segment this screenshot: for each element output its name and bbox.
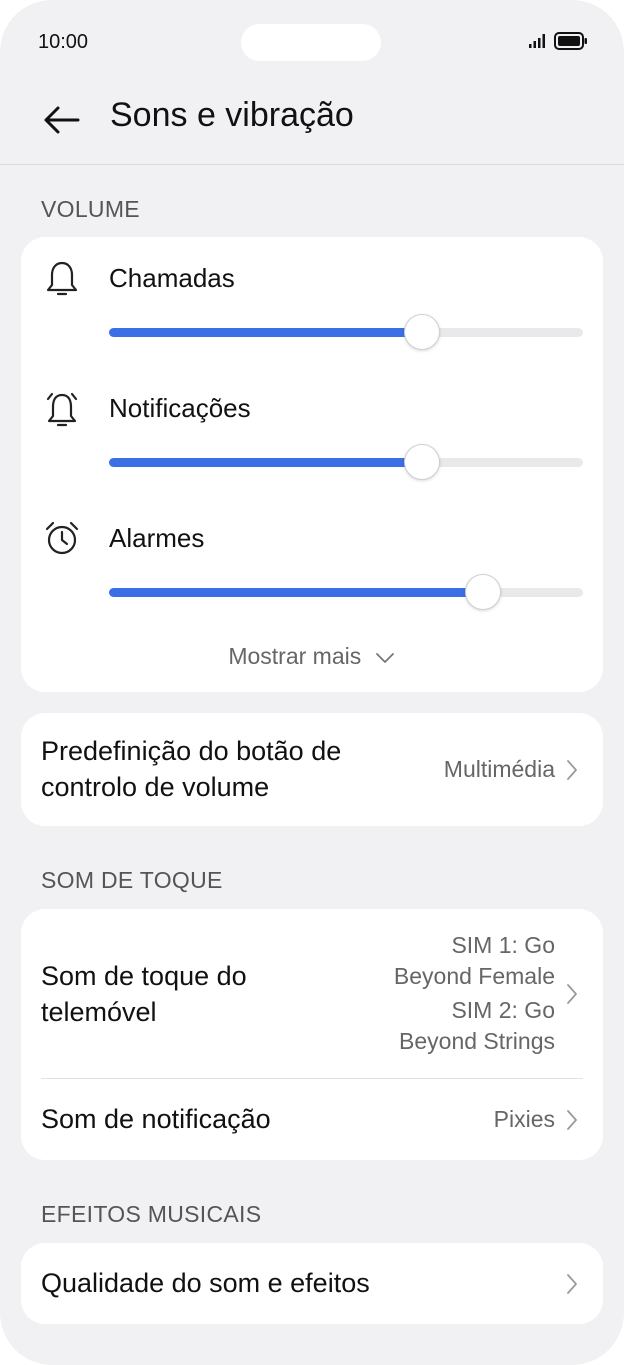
chevron-right-icon	[567, 760, 577, 780]
show-more-button[interactable]: Mostrar mais	[21, 643, 603, 670]
volume-slider-notifications[interactable]	[109, 444, 583, 480]
app-header: Sons e vibração	[0, 80, 624, 165]
volume-button-preset-row[interactable]: Predefinição do botão de controlo de vol…	[21, 713, 603, 826]
volume-label-notifications: Notificações	[109, 393, 251, 423]
arrow-left-icon	[44, 106, 80, 134]
volume-button-preset-value: Multimédia	[443, 756, 555, 782]
notification-sound-value: Pixies	[493, 1106, 555, 1132]
volume-button-preset-title: Predefinição do botão de controlo de vol…	[41, 733, 341, 805]
phone-ringtone-values: SIM 1: Go Beyond Female SIM 2: Go Beyond…	[394, 930, 555, 1057]
notification-sound-row[interactable]: Som de notificação Pixies	[21, 1079, 603, 1160]
slider-fill	[109, 588, 483, 597]
sim2-ringtone-line2: Beyond Strings	[399, 1028, 555, 1054]
ringtone-card: Som de toque do telemóvel SIM 1: Go Beyo…	[21, 909, 603, 1160]
show-more-label: Mostrar mais	[228, 643, 362, 669]
volume-slider-alarms[interactable]	[109, 574, 583, 610]
sim1-ringtone-line2: Beyond Female	[393, 963, 555, 989]
volume-button-preset-title-line1: Predefinição do botão de	[41, 736, 342, 766]
alarm-clock-icon	[45, 521, 79, 555]
slider-thumb[interactable]	[465, 574, 501, 610]
volume-button-preset-title-line2: controlo de volume	[41, 772, 270, 802]
bell-icon	[46, 261, 78, 296]
volume-label-alarms: Alarmes	[109, 523, 205, 553]
chevron-down-icon	[375, 653, 394, 663]
phone-ringtone-title: Som de toque do telemóvel	[41, 958, 247, 1030]
status-time: 10:00	[38, 31, 89, 53]
volume-card: Chamadas Notificações Alarmes Mostrar ma…	[21, 237, 603, 692]
sim1-ringtone-line1: SIM 1: Go	[451, 932, 555, 958]
phone-ringtone-row[interactable]: Som de toque do telemóvel SIM 1: Go Beyo…	[21, 909, 603, 1078]
chevron-right-icon	[567, 1110, 577, 1130]
battery-icon	[554, 32, 587, 50]
chevron-right-icon	[567, 984, 577, 1004]
sound-quality-title: Qualidade do som e efeitos	[41, 1268, 370, 1298]
slider-fill	[109, 458, 422, 467]
notification-sound-title: Som de notificação	[41, 1104, 271, 1134]
phone-ringtone-title-line1: Som de toque do	[41, 961, 247, 991]
back-button[interactable]	[40, 98, 84, 142]
volume-slider-calls[interactable]	[109, 314, 583, 350]
section-label-ringtone: SOM DE TOQUE	[41, 867, 223, 893]
phone-ringtone-title-line2: telemóvel	[41, 997, 157, 1027]
slider-thumb[interactable]	[404, 314, 440, 350]
bell-ring-icon	[46, 392, 78, 427]
volume-label-calls: Chamadas	[109, 263, 235, 293]
camera-cutout	[241, 24, 381, 61]
sim2-ringtone-line1: SIM 2: Go	[451, 997, 555, 1023]
slider-thumb[interactable]	[404, 444, 440, 480]
status-bar: 10:00	[0, 0, 624, 80]
slider-fill	[109, 328, 422, 337]
signal-icon	[529, 34, 545, 48]
sound-quality-row[interactable]: Qualidade do som e efeitos	[21, 1243, 603, 1324]
phone-screen: 10:00 Sons e vibração VOLUME Chamadas No…	[0, 0, 624, 1365]
section-label-music-effects: EFEITOS MUSICAIS	[41, 1201, 262, 1227]
section-label-volume: VOLUME	[41, 196, 140, 222]
chevron-right-icon	[567, 1274, 577, 1294]
page-title: Sons e vibração	[110, 96, 354, 134]
status-icons	[528, 32, 588, 50]
